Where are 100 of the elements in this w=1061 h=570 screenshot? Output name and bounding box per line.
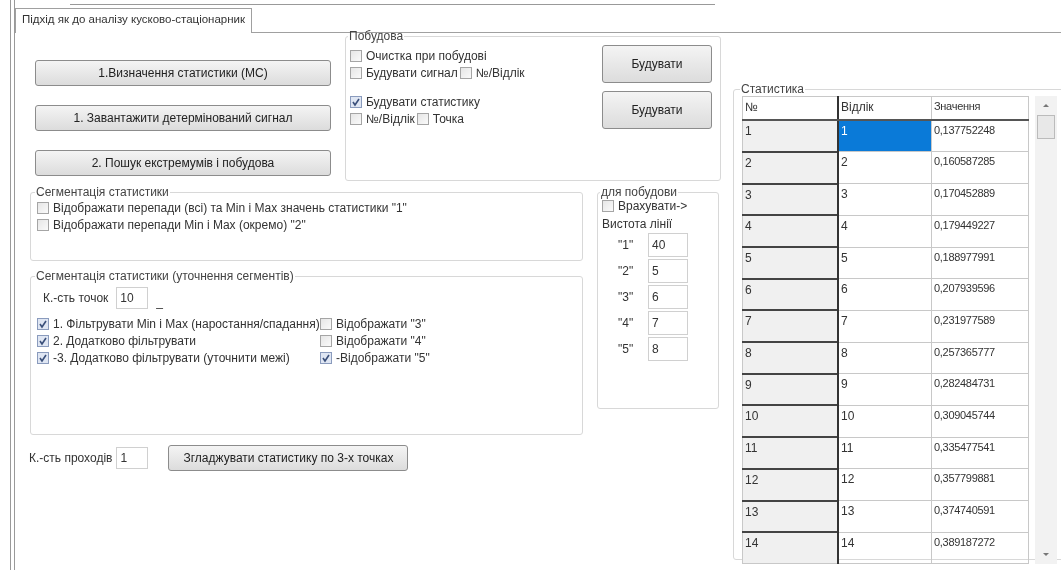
table-cell[interactable]: 0,357799881 [931, 468, 1029, 501]
column-header[interactable]: № [742, 96, 838, 121]
table-cell[interactable]: 0,282484731 [931, 373, 1029, 406]
row-header[interactable]: 6 [742, 278, 838, 311]
row-header[interactable]: 1 [742, 120, 838, 152]
checkbox-label: Врахувати-> [618, 199, 688, 213]
checkbox[interactable] [37, 318, 49, 330]
row-header[interactable]: 13 [742, 500, 838, 533]
scrollbar[interactable] [1035, 96, 1057, 564]
row-header[interactable]: 11 [742, 437, 838, 469]
checkbox-label: 2. Додатково фільтрувати [53, 334, 196, 348]
table-cell[interactable]: 0,374740591 [931, 500, 1029, 533]
checkbox[interactable] [37, 202, 49, 214]
column-header[interactable]: Значення [931, 96, 1029, 121]
row-header[interactable]: 12 [742, 468, 838, 501]
row-header[interactable]: 8 [742, 342, 838, 374]
row-header[interactable]: 5 [742, 247, 838, 279]
checkbox-label: Відображати "3" [336, 317, 426, 331]
table-cell[interactable]: 0,335477541 [931, 437, 1029, 469]
checkbox-label: Будувати сигнал [366, 65, 458, 80]
input-field[interactable]: 40 [648, 233, 688, 257]
table-cell[interactable]: 0,170452889 [931, 183, 1029, 216]
table-cell[interactable]: 4 [838, 215, 932, 247]
checkbox-label: №/Відлік [475, 65, 525, 80]
checkbox[interactable] [37, 219, 49, 231]
column-header[interactable]: Відлік [838, 96, 932, 121]
checkbox[interactable] [320, 318, 332, 330]
input-field[interactable]: 10 [116, 287, 149, 309]
table-cell[interactable]: 13 [838, 500, 932, 533]
line-label: "1" [618, 238, 635, 252]
table-cell[interactable]: 0,207939596 [931, 278, 1029, 311]
action-button[interactable]: 1.Визначення статистики (МС) [35, 60, 331, 86]
checkbox[interactable] [416, 112, 429, 125]
action-button[interactable]: 2. Пошук екстремумів і побудова [35, 150, 331, 176]
table-cell[interactable]: 3 [838, 183, 932, 216]
line-label: "4" [618, 316, 635, 330]
checkbox-label: 1. Фільтрувати Min і Max (наростання/спадання) [53, 317, 320, 331]
line-label: "5" [618, 342, 635, 356]
table-cell[interactable]: 2 [838, 151, 932, 184]
checkbox-label: №/Відлік [366, 111, 415, 126]
row-header[interactable]: 14 [742, 532, 838, 564]
input-field[interactable]: 7 [648, 311, 688, 335]
checkbox[interactable] [320, 335, 332, 347]
checkbox[interactable] [602, 200, 614, 212]
row-header[interactable]: 10 [742, 405, 838, 438]
checkbox-label: Відображати перепади Min і Max (окремо) "2" [53, 218, 306, 232]
table-cell[interactable]: 1 [838, 120, 932, 152]
checkbox-label: -3. Додатково фільтрувати (уточнити межі) [53, 351, 290, 365]
line-label: "3" [618, 290, 635, 304]
table-cell[interactable]: 11 [838, 437, 932, 469]
checkbox[interactable] [350, 95, 362, 108]
input-field[interactable]: 5 [648, 259, 688, 283]
group-title: Побудова [348, 29, 405, 43]
field-label: Вистота лінії [602, 217, 674, 231]
table-cell[interactable]: 0,231977589 [931, 310, 1029, 343]
row-header[interactable]: 7 [742, 310, 838, 343]
tab[interactable]: Підхід як до аналізу кусково-стаціонарник [15, 8, 253, 33]
table-cell[interactable]: 12 [838, 468, 932, 501]
smooth-button[interactable]: Згладжувати статистику по 3-х точках [168, 445, 409, 471]
action-button[interactable]: 1. Завантажити детермінований сигнал [35, 105, 331, 131]
checkbox-label: Будувати статистику [366, 94, 480, 109]
checkbox-label: Очистка при побудові [366, 48, 487, 63]
input-field[interactable]: 1 [116, 447, 149, 469]
group-title: Сегментація статистики (уточнення сегментів) [35, 269, 295, 283]
checkbox[interactable] [320, 352, 332, 364]
input-field[interactable]: 8 [648, 337, 688, 361]
table-cell[interactable]: 0,188977991 [931, 247, 1029, 279]
checkbox[interactable] [37, 335, 49, 347]
checkbox[interactable] [459, 66, 472, 79]
checkbox-label: Відображати "4" [336, 334, 426, 348]
field-label: К.-сть точок [43, 291, 109, 305]
group-title: Сегментація статистики [35, 185, 170, 199]
checkbox[interactable] [350, 66, 362, 79]
table-cell[interactable]: 0,309045744 [931, 405, 1029, 438]
input-field[interactable]: 6 [648, 285, 688, 309]
table-cell[interactable]: 0,160587285 [931, 151, 1029, 184]
table-cell[interactable]: 9 [838, 373, 932, 406]
checkbox-label: -Відображати "5" [336, 351, 430, 365]
table-cell[interactable]: 0,137752248 [931, 120, 1029, 152]
table-cell[interactable]: 0,389187272 [931, 532, 1029, 564]
row-header[interactable]: 3 [742, 183, 838, 216]
checkbox[interactable] [350, 112, 362, 125]
checkbox[interactable] [37, 352, 49, 364]
line-label: "2" [618, 264, 635, 278]
build-button[interactable]: Будувати [602, 45, 712, 83]
checkbox-label: Відображати перепади (всі) та Min і Max значень статистики "1" [53, 201, 407, 215]
table-cell[interactable]: 14 [838, 532, 932, 564]
group-title: Статистика [740, 82, 806, 96]
table-cell[interactable]: 10 [838, 405, 932, 438]
row-header[interactable]: 2 [742, 151, 838, 184]
row-header[interactable]: 4 [742, 215, 838, 247]
table-cell[interactable]: 0,179449227 [931, 215, 1029, 247]
table-cell[interactable]: 8 [838, 342, 932, 374]
row-header[interactable]: 9 [742, 373, 838, 406]
build-button[interactable]: Будувати [602, 91, 712, 129]
table-cell[interactable]: 7 [838, 310, 932, 343]
table-cell[interactable]: 5 [838, 247, 932, 279]
checkbox[interactable] [350, 49, 362, 62]
table-cell[interactable]: 0,257365777 [931, 342, 1029, 374]
table-cell[interactable]: 6 [838, 278, 932, 311]
